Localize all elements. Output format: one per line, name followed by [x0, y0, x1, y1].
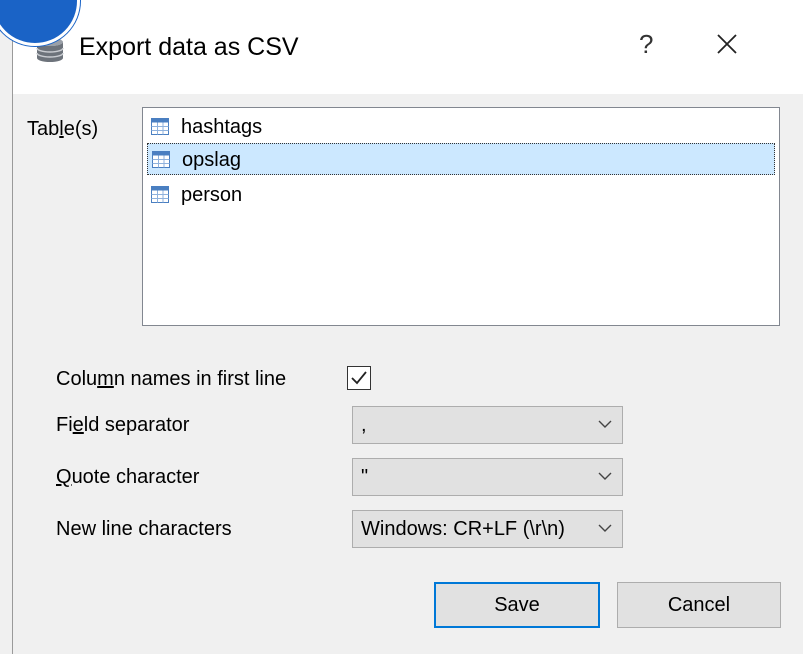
- list-item[interactable]: opslag: [147, 143, 775, 175]
- new-line-value: Windows: CR+LF (\r\n): [361, 518, 565, 540]
- list-item[interactable]: person: [147, 179, 775, 211]
- quote-character-select[interactable]: ": [352, 458, 623, 496]
- chevron-down-icon: [598, 472, 612, 480]
- help-button[interactable]: ?: [639, 28, 653, 60]
- cancel-button[interactable]: Cancel: [617, 582, 781, 628]
- new-line-label: New line characters: [56, 518, 232, 540]
- new-line-select[interactable]: Windows: CR+LF (\r\n): [352, 510, 623, 548]
- chevron-down-icon: [598, 524, 612, 532]
- checkmark-icon: [351, 371, 367, 385]
- list-item-label: hashtags: [181, 116, 263, 138]
- quote-character-label: Quote character: [56, 466, 200, 488]
- window-title: Export data as CSV: [79, 33, 299, 61]
- tables-listbox[interactable]: hashtags opslag person: [142, 107, 780, 326]
- close-icon[interactable]: [713, 30, 741, 58]
- field-separator-value: ,: [361, 414, 367, 436]
- table-icon: [152, 151, 170, 168]
- list-item-label: opslag: [182, 149, 241, 171]
- title-bar[interactable]: Export data as CSV ?: [13, 0, 803, 94]
- list-item[interactable]: hashtags: [147, 111, 775, 143]
- field-separator-select[interactable]: ,: [352, 406, 623, 444]
- field-separator-label: Field separator: [56, 414, 190, 436]
- column-names-checkbox[interactable]: [347, 366, 371, 390]
- table-icon: [151, 186, 169, 203]
- chevron-down-icon: [598, 420, 612, 428]
- column-names-label: Column names in first line: [56, 368, 287, 390]
- window-left-frame: [0, 0, 13, 654]
- table-icon: [151, 118, 169, 135]
- list-item-label: person: [181, 184, 243, 206]
- quote-character-value: ": [361, 466, 369, 488]
- save-button[interactable]: Save: [434, 582, 600, 628]
- tables-label: Table(s): [27, 118, 99, 140]
